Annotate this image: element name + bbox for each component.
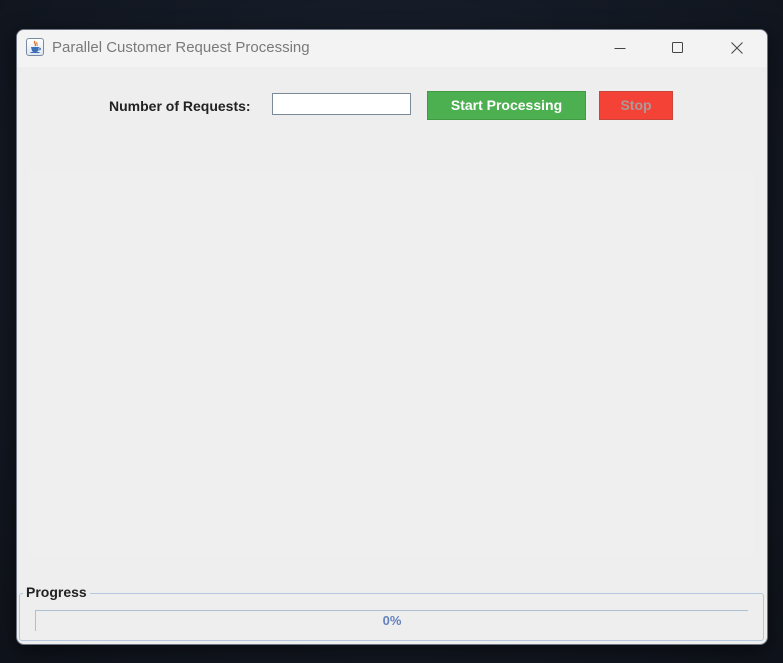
app-window: Parallel Customer Request Processing Num… bbox=[16, 29, 768, 645]
progress-title: Progress bbox=[23, 584, 90, 600]
progress-bar: 0% bbox=[35, 610, 748, 631]
minimize-icon bbox=[614, 48, 626, 49]
minimize-button[interactable] bbox=[597, 30, 643, 66]
title-bar[interactable]: Parallel Customer Request Processing bbox=[17, 30, 767, 67]
requests-input[interactable] bbox=[272, 93, 411, 115]
close-icon bbox=[731, 42, 743, 54]
maximize-button[interactable] bbox=[655, 30, 701, 66]
maximize-icon bbox=[672, 42, 683, 53]
request-output-area[interactable] bbox=[29, 171, 754, 556]
close-button[interactable] bbox=[714, 30, 760, 66]
requests-label: Number of Requests: bbox=[109, 98, 251, 114]
start-processing-button[interactable]: Start Processing bbox=[427, 91, 586, 120]
java-icon bbox=[26, 38, 44, 56]
progress-percent: 0% bbox=[382, 613, 402, 628]
window-title: Parallel Customer Request Processing bbox=[52, 39, 310, 56]
stop-button[interactable]: Stop bbox=[599, 91, 673, 120]
